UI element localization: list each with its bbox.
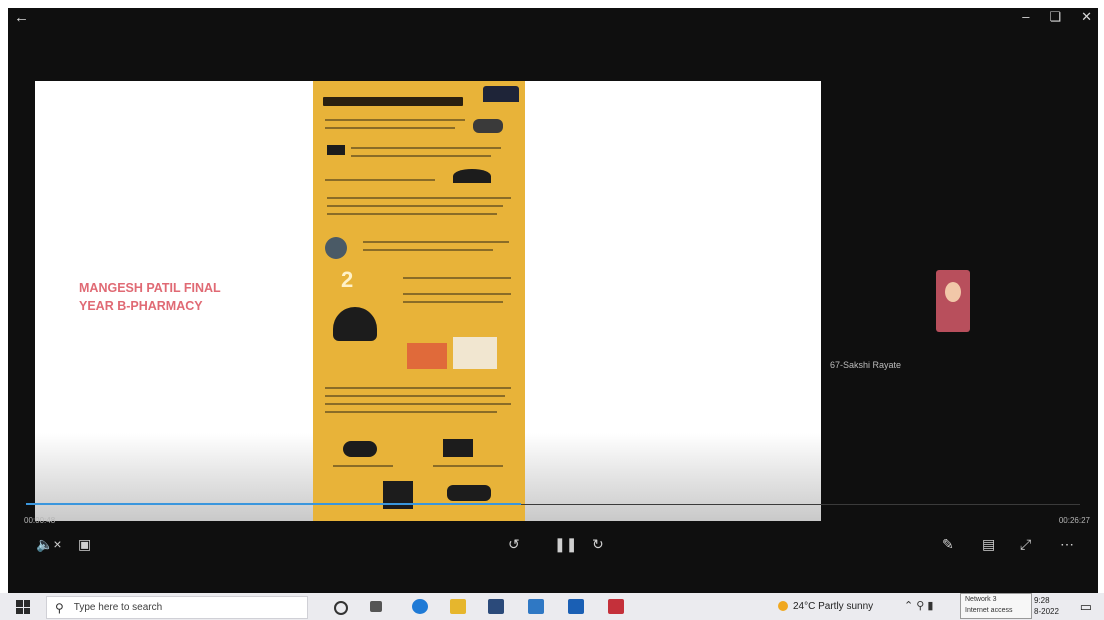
seek-progress[interactable] xyxy=(26,503,522,505)
poster-text-line xyxy=(327,197,511,199)
time-total: 00:26:27 xyxy=(1058,516,1090,525)
poster-text-line xyxy=(351,147,501,149)
file-explorer-icon[interactable] xyxy=(450,599,466,614)
poster-text-line xyxy=(325,411,497,413)
poster-text-line xyxy=(433,465,503,467)
network-status: Internet access xyxy=(965,607,1013,614)
more-icon[interactable]: ⋯ xyxy=(1060,536,1074,553)
poster-text-line xyxy=(363,249,493,251)
poster-text-line xyxy=(325,179,435,181)
chevron-up-icon[interactable]: ⌃ xyxy=(904,600,913,612)
close-icon[interactable]: ✕ xyxy=(1081,9,1092,25)
arch-icon xyxy=(453,169,491,183)
search-placeholder: Type here to search xyxy=(73,602,163,613)
network-name: Network 3 xyxy=(965,596,997,603)
slide-title-line2: YEAR B-PHARMACY xyxy=(79,299,203,313)
search-box[interactable]: ⚲ Type here to search xyxy=(46,596,308,619)
participant-name: 67-Sakshi Rayate xyxy=(830,360,902,370)
network-icon[interactable]: ⚲ xyxy=(916,600,924,612)
weather-temp: 24°C xyxy=(793,601,816,612)
cortana-icon[interactable] xyxy=(334,601,348,615)
poster-heading xyxy=(323,97,463,106)
poster-text-line xyxy=(325,387,511,389)
globe-icon xyxy=(325,237,347,259)
search-icon: ⚲ xyxy=(55,600,64,615)
poster-text-line xyxy=(351,155,491,157)
weather-widget[interactable]: 24°C Partly sunny xyxy=(778,601,873,612)
poster-text-line xyxy=(327,205,503,207)
clock-time: 9:28 xyxy=(1034,596,1050,605)
mail-icon[interactable] xyxy=(528,599,544,614)
notification-icon[interactable]: ▭ xyxy=(1080,599,1092,615)
windows-start-icon[interactable] xyxy=(16,600,30,614)
title-bar: ← – ❏ ✕ xyxy=(8,8,1098,30)
taskbar: ⚲ Type here to search 24°C Partly sunny … xyxy=(0,593,1104,620)
people-icon xyxy=(333,307,377,341)
poster-text-line xyxy=(363,241,509,243)
back-arrow-icon[interactable]: ← xyxy=(14,9,29,26)
clock[interactable]: 9:28 8-2022 xyxy=(1034,595,1059,617)
participant-video[interactable] xyxy=(936,270,970,332)
infographic-poster: 2 xyxy=(313,81,525,521)
graduation-cap-icon xyxy=(483,86,519,102)
weather-text: Partly sunny xyxy=(818,601,874,612)
graphic-icon xyxy=(407,343,447,369)
minimize-icon[interactable]: – xyxy=(1022,9,1029,25)
poster-text-line xyxy=(403,301,503,303)
poster-number: 2 xyxy=(341,267,354,292)
badge-icon xyxy=(473,119,503,133)
time-elapsed: 00:00:48 xyxy=(24,516,56,525)
mute-volume-icon[interactable]: 🔈× xyxy=(36,536,62,553)
poster-text-line xyxy=(325,127,455,129)
slide-title-line1: MANGESH PATIL FINAL xyxy=(79,281,221,295)
forward-30-icon[interactable]: ↻ xyxy=(592,536,604,553)
fullscreen-icon[interactable]: ⤢ xyxy=(1020,536,1031,553)
rewind-10-icon[interactable]: ↺ xyxy=(508,536,520,553)
pause-icon[interactable]: ❚❚ xyxy=(554,536,577,553)
sun-icon xyxy=(778,601,788,612)
movies-tv-icon[interactable] xyxy=(568,599,584,614)
document-icon xyxy=(453,337,497,369)
monitor-icon xyxy=(443,439,473,457)
video-player: ← – ❏ ✕ MANGESH PATIL FINAL YEAR B-PHARM… xyxy=(8,8,1098,593)
poster-text-line xyxy=(325,395,505,397)
poster-text-line xyxy=(325,403,511,405)
captions-icon[interactable]: ▣ xyxy=(78,536,91,553)
poster-text-line xyxy=(403,293,511,295)
network-tooltip: Network 3 Internet access xyxy=(960,593,1032,619)
pen-icon[interactable]: ✎ xyxy=(942,536,954,553)
mini-view-icon[interactable]: ▤ xyxy=(982,536,995,553)
goggles-icon xyxy=(343,441,377,457)
shared-slide: MANGESH PATIL FINAL YEAR B-PHARMACY 2 xyxy=(35,81,821,521)
clock-date: 8-2022 xyxy=(1034,607,1059,616)
store-icon[interactable] xyxy=(488,599,504,614)
restore-icon[interactable]: ❏ xyxy=(1049,9,1061,25)
window-controls: – ❏ ✕ xyxy=(1022,9,1092,25)
system-tray: ⌃ ⚲ ▮ xyxy=(904,599,933,612)
poster-text-line xyxy=(325,119,465,121)
poster-text-line xyxy=(327,213,497,215)
edge-icon[interactable] xyxy=(412,599,428,614)
office-icon[interactable] xyxy=(608,599,624,614)
device-icon xyxy=(447,485,491,501)
task-view-icon[interactable] xyxy=(370,601,382,612)
battery-icon[interactable]: ▮ xyxy=(927,600,933,612)
slide-title: MANGESH PATIL FINAL YEAR B-PHARMACY xyxy=(79,279,221,315)
poster-text-line xyxy=(403,277,511,279)
poster-text-line xyxy=(333,465,393,467)
participant-avatar xyxy=(945,282,961,302)
book-icon xyxy=(327,145,345,155)
